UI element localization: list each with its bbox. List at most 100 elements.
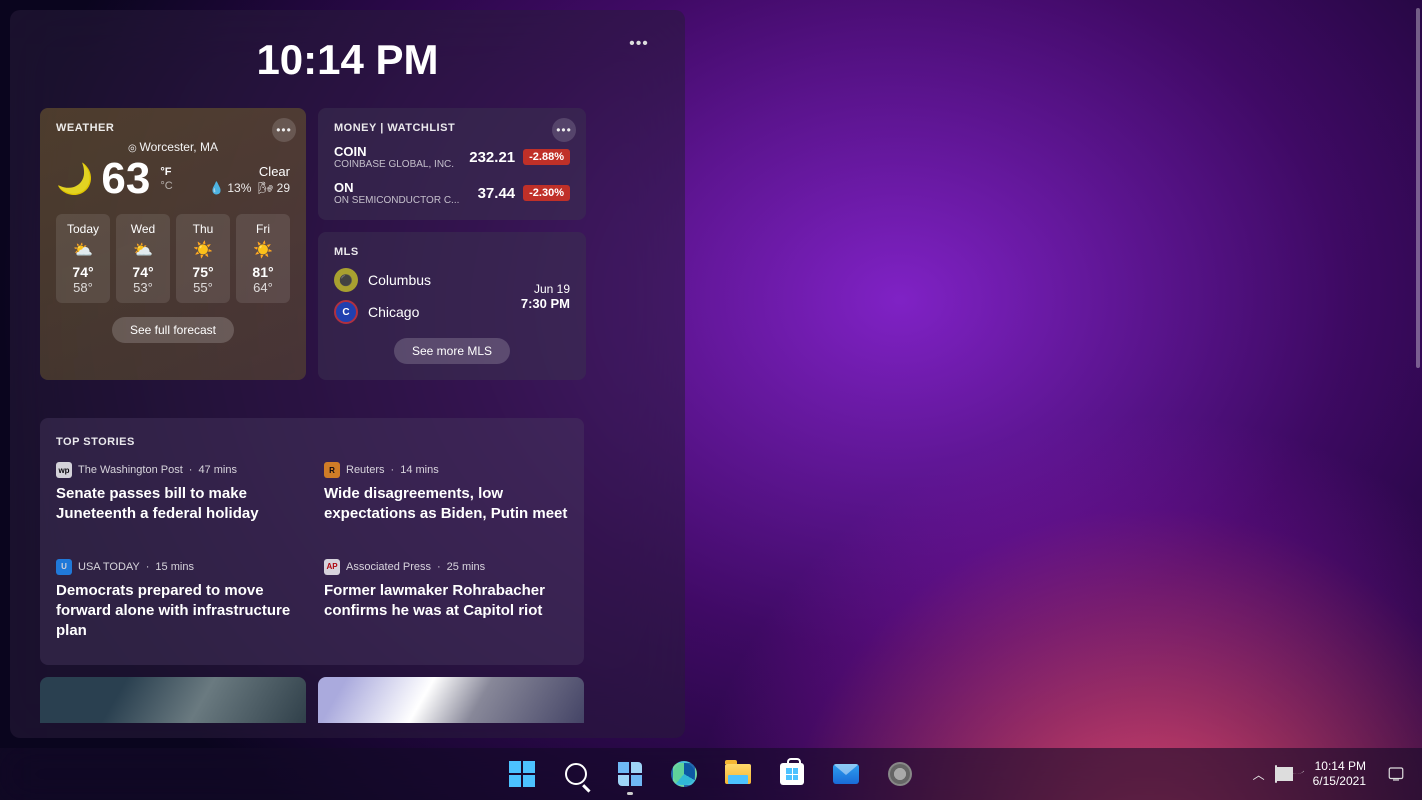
story-time: 14 mins (400, 464, 439, 476)
hi-temp: 74° (56, 264, 110, 280)
team-crest-icon: C (334, 300, 358, 324)
story[interactable]: APAssociated Press · 25 minsFormer lawma… (324, 559, 568, 642)
story-source: USA TODAY (78, 561, 140, 573)
temp-units[interactable]: °F °C (160, 166, 172, 192)
taskbar-time: 10:14 PM (1313, 759, 1366, 774)
day-label: Wed (116, 222, 170, 236)
weather-card[interactable]: WEATHER ••• Worcester, MA 🌙 63 °F °C Cle… (40, 108, 306, 380)
condition-text: Clear (209, 164, 290, 179)
story-time: 25 mins (447, 561, 486, 573)
story-headline: Wide disagreements, low expectations as … (324, 484, 568, 525)
notifications-button[interactable] (1380, 751, 1412, 797)
lo-temp: 64° (236, 280, 290, 295)
forecast-row: Today⛅74°58° Wed⛅74°53° Thu☀️75°55° Fri☀… (56, 214, 290, 303)
lo-temp: 58° (56, 280, 110, 295)
forecast-day[interactable]: Today ⛅ 74°58° (56, 214, 110, 303)
story-headline: Senate passes bill to make Juneteenth a … (56, 484, 300, 525)
top-stories-card: TOP STORIES wpThe Washington Post · 47 m… (40, 418, 584, 665)
team-name: Columbus (368, 272, 431, 288)
weather-location: Worcester, MA (56, 140, 290, 154)
settings-button[interactable] (877, 751, 923, 797)
notification-icon (1387, 765, 1405, 783)
forecast-day[interactable]: Wed⛅74°53° (116, 214, 170, 303)
story-headline: Former lawmaker Rohrabacher confirms he … (324, 581, 568, 622)
search-button[interactable] (553, 751, 599, 797)
current-temp: 63 (101, 154, 150, 204)
forecast-day[interactable]: Fri ☀️ 81°64° (236, 214, 290, 303)
money-menu-button[interactable]: ••• (552, 118, 576, 142)
hi-temp: 74° (116, 264, 170, 280)
scrollbar-thumb[interactable] (1416, 8, 1420, 368)
taskbar: ︿ 10:14 PM 6/15/2021 (0, 748, 1422, 800)
weather-icon: ⛅ (116, 240, 170, 260)
match-time: 7:30 PM (521, 296, 570, 311)
story-headline: Democrats prepared to move forward alone… (56, 581, 300, 642)
source-logo-icon: R (324, 462, 340, 478)
money-card[interactable]: MONEY | WATCHLIST ••• COINCOINBASE GLOBA… (318, 108, 586, 220)
moon-icon: 🌙 (56, 162, 93, 197)
edge-icon (671, 761, 697, 787)
day-label: Fri (236, 222, 290, 236)
story-source: Reuters (346, 464, 385, 476)
mail-icon (833, 764, 859, 784)
stock-symbol: COIN (334, 144, 454, 159)
scrollbar[interactable] (1414, 0, 1420, 748)
battery-icon[interactable] (1275, 766, 1277, 782)
stock-change-badge: -2.30% (523, 185, 570, 201)
see-full-forecast-button[interactable]: See full forecast (112, 317, 234, 343)
tray-overflow-button[interactable]: ︿ (1253, 766, 1265, 783)
team-crest-icon: ⚫ (334, 268, 358, 292)
mls-title: MLS (334, 246, 570, 258)
money-title: MONEY | WATCHLIST (334, 122, 570, 134)
weather-title: WEATHER (56, 122, 290, 134)
windows-logo-icon (509, 761, 535, 787)
story[interactable]: wpThe Washington Post · 47 minsSenate pa… (56, 462, 300, 525)
stock-company: ON SEMICONDUCTOR C... (334, 195, 459, 206)
forecast-day[interactable]: Thu☀️75°55° (176, 214, 230, 303)
source-logo-icon: wp (56, 462, 72, 478)
widgets-button[interactable] (607, 751, 653, 797)
widgets-icon (618, 762, 642, 786)
news-image-card[interactable] (318, 677, 584, 723)
taskbar-date: 6/15/2021 (1313, 774, 1366, 789)
story[interactable]: UUSA TODAY · 15 minsDemocrats prepared t… (56, 559, 300, 642)
edge-button[interactable] (661, 751, 707, 797)
widgets-clock: 10:14 PM (40, 36, 655, 84)
unit-f[interactable]: °F (160, 166, 172, 178)
team-row: ⚫ Columbus (334, 268, 431, 292)
weather-icon: ☀️ (176, 240, 230, 260)
weather-menu-button[interactable]: ••• (272, 118, 296, 142)
start-button[interactable] (499, 751, 545, 797)
day-label: Thu (176, 222, 230, 236)
source-logo-icon: U (56, 559, 72, 575)
story-time: 15 mins (155, 561, 194, 573)
weather-icon: ⛅ (56, 240, 110, 260)
day-label: Today (56, 222, 110, 236)
team-name: Chicago (368, 304, 419, 320)
store-icon (780, 763, 804, 785)
news-image-card[interactable] (40, 677, 306, 723)
unit-c[interactable]: °C (160, 180, 172, 192)
weather-icon: ☀️ (236, 240, 290, 260)
mail-button[interactable] (823, 751, 869, 797)
search-icon (565, 763, 587, 785)
stock-company: COINBASE GLOBAL, INC. (334, 159, 454, 170)
see-more-mls-button[interactable]: See more MLS (394, 338, 510, 364)
stock-symbol: ON (334, 180, 459, 195)
hi-temp: 81° (236, 264, 290, 280)
stock-price: 232.21 (469, 149, 515, 166)
stock-row[interactable]: COINCOINBASE GLOBAL, INC. 232.21 -2.88% (334, 144, 570, 170)
widgets-flyout: ••• 10:14 PM WEATHER ••• Worcester, MA 🌙… (10, 10, 685, 738)
story-source: Associated Press (346, 561, 431, 573)
folder-icon (725, 764, 751, 784)
source-logo-icon: AP (324, 559, 340, 575)
stock-change-badge: -2.88% (523, 149, 570, 165)
wind: 🌬 29 (258, 181, 290, 195)
taskbar-clock[interactable]: 10:14 PM 6/15/2021 (1313, 759, 1366, 789)
store-button[interactable] (769, 751, 815, 797)
mls-card[interactable]: MLS ⚫Columbus CChicago Jun 197:30 PM See… (318, 232, 586, 380)
story[interactable]: RReuters · 14 minsWide disagreements, lo… (324, 462, 568, 525)
flyout-menu-button[interactable]: ••• (623, 32, 655, 56)
file-explorer-button[interactable] (715, 751, 761, 797)
stock-row[interactable]: ONON SEMICONDUCTOR C... 37.44 -2.30% (334, 180, 570, 206)
